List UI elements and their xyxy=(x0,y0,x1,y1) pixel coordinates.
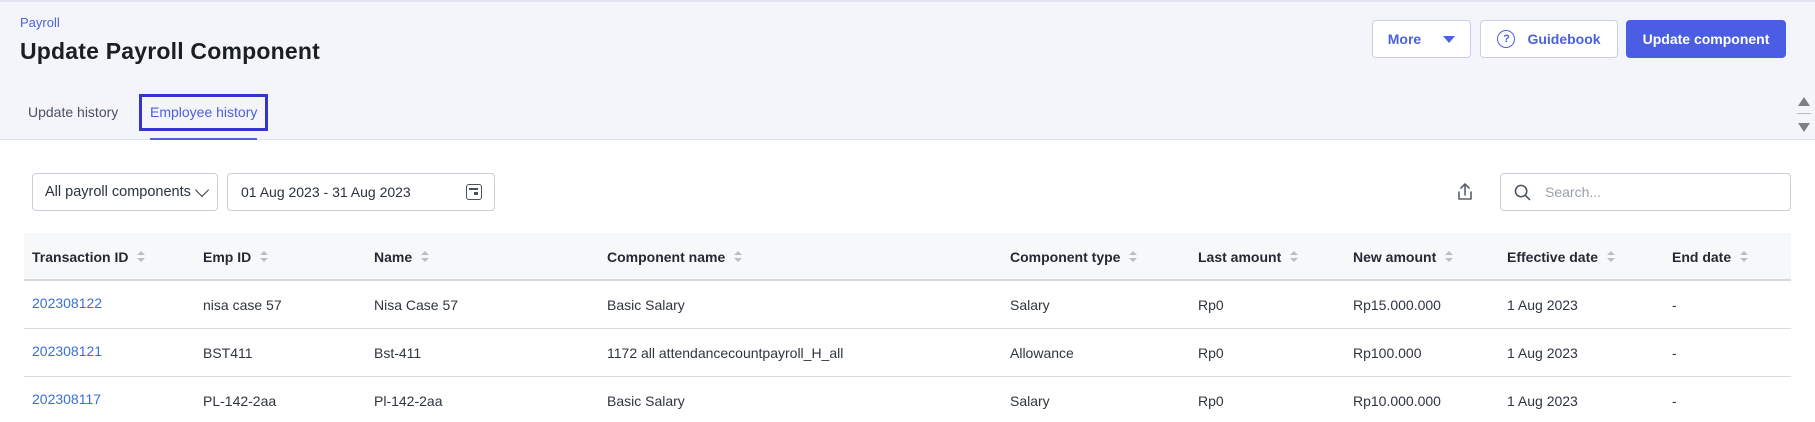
new-amount-cell: Rp15.000.000 xyxy=(1353,297,1441,313)
end-date-cell: - xyxy=(1672,297,1677,313)
update-component-button[interactable]: Update component xyxy=(1626,20,1786,58)
tab-update-history[interactable]: Update history xyxy=(28,104,118,120)
caret-down-icon xyxy=(1443,35,1456,43)
search-box[interactable] xyxy=(1500,173,1791,211)
column-header-label: Emp ID xyxy=(203,249,252,265)
calendar-icon[interactable] xyxy=(466,184,482,200)
page-scroll-control[interactable] xyxy=(1796,94,1812,136)
page-header: Payroll Update Payroll Component More ? … xyxy=(0,0,1815,140)
column-header-transaction-id[interactable]: Transaction ID xyxy=(32,249,146,265)
emp-id-cell: PL-142-2aa xyxy=(203,393,277,409)
scroll-up-arrow-icon[interactable] xyxy=(1798,97,1810,106)
transaction-id-link[interactable]: 202308122 xyxy=(32,295,102,311)
emp-id-cell: nisa case 57 xyxy=(203,297,282,313)
column-header-end-date[interactable]: End date xyxy=(1672,249,1749,265)
search-input[interactable] xyxy=(1545,182,1785,202)
end-date-cell: - xyxy=(1672,345,1677,361)
component-name-cell: 1172 all attendancecountpayroll_H_all xyxy=(607,345,844,361)
breadcrumb-payroll[interactable]: Payroll xyxy=(20,15,60,30)
column-header-label: End date xyxy=(1672,249,1732,265)
export-icon[interactable] xyxy=(1455,182,1475,202)
effective-date-cell: 1 Aug 2023 xyxy=(1507,345,1578,361)
table-row[interactable]: 202308117 PL-142-2aa Pl-142-2aa Basic Sa… xyxy=(24,377,1791,422)
active-tab-underline xyxy=(150,138,257,140)
column-header-component-type[interactable]: Component type xyxy=(1010,249,1138,265)
table-row[interactable]: 202308121 BST411 Bst-411 1172 all attend… xyxy=(24,329,1791,377)
date-range-picker[interactable]: 01 Aug 2023 - 31 Aug 2023 xyxy=(227,173,495,211)
date-range-value: 01 Aug 2023 - 31 Aug 2023 xyxy=(241,184,411,200)
employee-history-table: Transaction ID Emp ID Name Component nam… xyxy=(24,233,1791,422)
column-header-emp-id[interactable]: Emp ID xyxy=(203,249,269,265)
more-button-label: More xyxy=(1387,31,1422,47)
column-header-label: Last amount xyxy=(1198,249,1282,265)
top-border xyxy=(0,0,1815,2)
column-header-label: Effective date xyxy=(1507,249,1599,265)
payroll-component-select-value: All payroll components xyxy=(45,184,191,200)
end-date-cell: - xyxy=(1672,393,1677,409)
scroll-down-arrow-icon[interactable] xyxy=(1798,123,1810,132)
chevron-down-icon xyxy=(194,182,210,198)
last-amount-cell: Rp0 xyxy=(1198,345,1224,361)
last-amount-cell: Rp0 xyxy=(1198,297,1224,313)
name-cell: Nisa Case 57 xyxy=(374,297,459,313)
name-cell: Pl-142-2aa xyxy=(374,393,443,409)
component-type-cell: Allowance xyxy=(1010,345,1074,361)
sort-icon[interactable] xyxy=(1129,251,1138,263)
column-header-label: Component type xyxy=(1010,249,1121,265)
column-header-component-name[interactable]: Component name xyxy=(607,249,743,265)
guidebook-button-label: Guidebook xyxy=(1527,31,1601,47)
component-type-cell: Salary xyxy=(1010,297,1050,313)
column-header-name[interactable]: Name xyxy=(374,249,430,265)
column-header-new-amount[interactable]: New amount xyxy=(1353,249,1454,265)
name-cell: Bst-411 xyxy=(374,345,422,361)
column-header-last-amount[interactable]: Last amount xyxy=(1198,249,1299,265)
effective-date-cell: 1 Aug 2023 xyxy=(1507,393,1578,409)
page-title: Update Payroll Component xyxy=(20,38,320,64)
column-header-label: Transaction ID xyxy=(32,249,129,265)
table-header: Transaction ID Emp ID Name Component nam… xyxy=(24,233,1791,281)
last-amount-cell: Rp0 xyxy=(1198,393,1224,409)
column-header-label: Component name xyxy=(607,249,726,265)
sort-icon[interactable] xyxy=(421,251,430,263)
sort-icon[interactable] xyxy=(137,251,146,263)
payroll-component-select[interactable]: All payroll components xyxy=(32,173,218,211)
sort-icon[interactable] xyxy=(1445,251,1454,263)
sort-icon[interactable] xyxy=(1290,251,1299,263)
update-component-button-label: Update component xyxy=(1642,31,1770,47)
sort-icon[interactable] xyxy=(1607,251,1616,263)
transaction-id-link[interactable]: 202308121 xyxy=(32,343,102,359)
component-name-cell: Basic Salary xyxy=(607,393,685,409)
column-header-label: Name xyxy=(374,249,413,265)
sort-icon[interactable] xyxy=(734,251,743,263)
new-amount-cell: Rp100.000 xyxy=(1353,345,1422,361)
effective-date-cell: 1 Aug 2023 xyxy=(1507,297,1578,313)
sort-icon[interactable] xyxy=(1740,251,1749,263)
component-type-cell: Salary xyxy=(1010,393,1050,409)
column-header-label: New amount xyxy=(1353,249,1437,265)
scroll-divider xyxy=(1797,113,1811,114)
new-amount-cell: Rp10.000.000 xyxy=(1353,393,1441,409)
question-circle-icon: ? xyxy=(1497,30,1516,48)
more-button[interactable]: More xyxy=(1372,20,1471,58)
tab-focus-highlight xyxy=(139,94,268,131)
search-icon xyxy=(1514,184,1531,201)
emp-id-cell: BST411 xyxy=(203,345,253,361)
table-row[interactable]: 202308122 nisa case 57 Nisa Case 57 Basi… xyxy=(24,281,1791,329)
component-name-cell: Basic Salary xyxy=(607,297,685,313)
transaction-id-link[interactable]: 202308117 xyxy=(32,391,101,407)
sort-icon[interactable] xyxy=(260,251,269,263)
column-header-effective-date[interactable]: Effective date xyxy=(1507,249,1616,265)
guidebook-button[interactable]: ? Guidebook xyxy=(1480,20,1618,58)
